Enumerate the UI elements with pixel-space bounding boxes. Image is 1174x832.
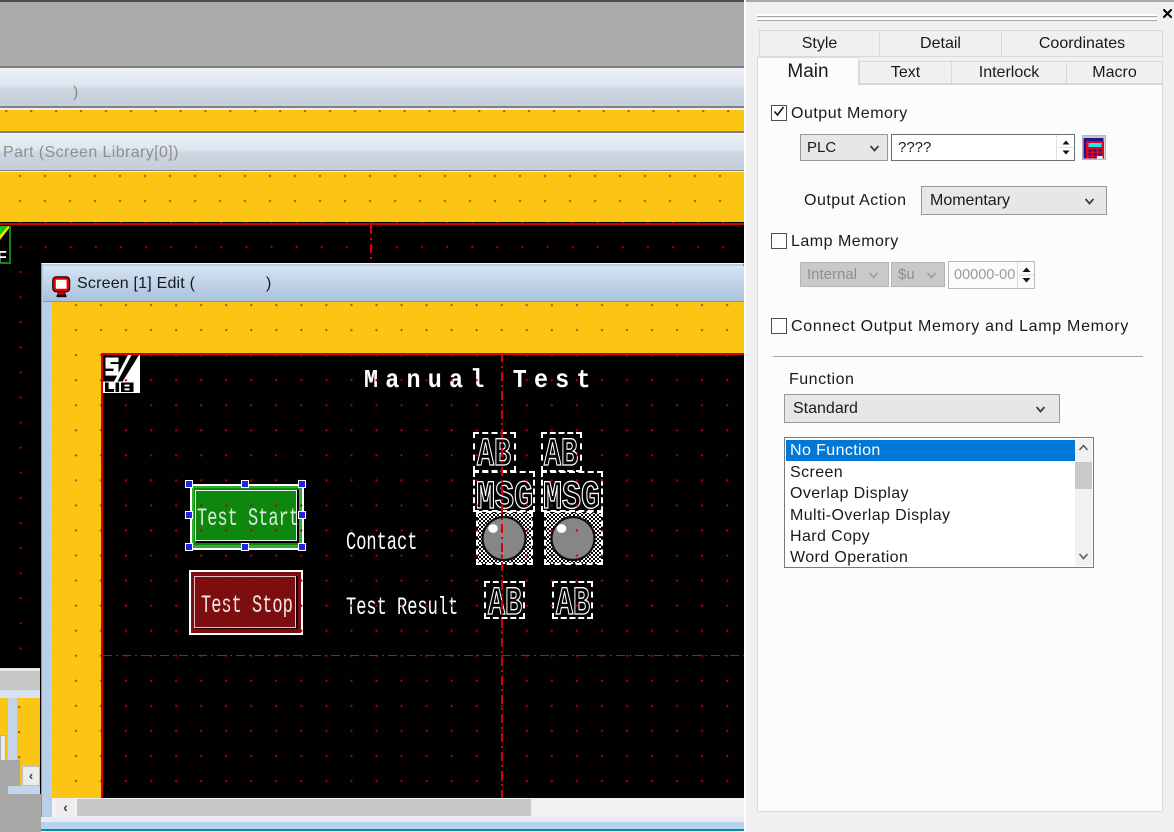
- svg-text:AB: AB: [488, 582, 522, 627]
- svg-text:AB: AB: [544, 433, 578, 478]
- svg-text:AB: AB: [477, 433, 511, 478]
- svg-text:AB: AB: [556, 582, 590, 627]
